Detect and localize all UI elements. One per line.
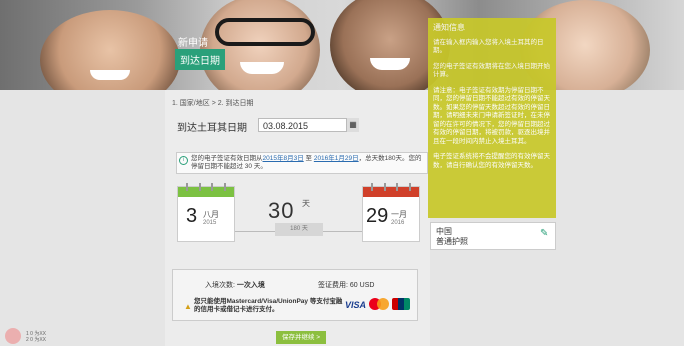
passport-card: 中国 普通护照 bbox=[430, 222, 556, 250]
breadcrumb-sep: > bbox=[211, 100, 216, 107]
duration-days: 30 bbox=[268, 198, 295, 223]
save-continue-button[interactable]: 保存并继续 > bbox=[276, 331, 326, 344]
edit-pencil-icon[interactable]: ✎ bbox=[540, 228, 548, 239]
entries: 入境次数: 一次入境 bbox=[205, 280, 265, 290]
visa-logo: VISA bbox=[345, 300, 367, 310]
hero-smile-1 bbox=[90, 70, 130, 80]
calendar-icon[interactable]: ▦ bbox=[346, 118, 359, 132]
entries-label: 入境次数: bbox=[205, 282, 235, 289]
validity-notice: 您的电子签证有效日期从2015年8月3日 至 2016年1月29日，总天数180… bbox=[176, 152, 428, 174]
sidebar-title: 通知信息 bbox=[433, 23, 465, 32]
sidebar-p4: 电子签证系统将不会提醒您的有效停留天数，请自行确认您的有效停留天数。 bbox=[433, 153, 550, 169]
duration-line-right bbox=[323, 231, 363, 232]
footer-text: 1 0 为XX 2 0 为XX bbox=[26, 331, 46, 343]
fee-label: 签证费用: bbox=[318, 282, 348, 289]
calendar-rings bbox=[371, 183, 411, 191]
duration-line-left bbox=[235, 231, 275, 232]
breadcrumb-step-2: 2. 到达日期 bbox=[217, 100, 254, 107]
notice-from-date: 2015年8月3日 bbox=[262, 155, 304, 162]
sidebar-p1: 请在输入框内输入您将入境土耳其的日期。 bbox=[433, 38, 544, 55]
sidebar-p3: 请注意：电子签证有效期为停留日期不同，您的停留日期不能超过有效的停留天数。如果您… bbox=[433, 86, 550, 145]
visa-fee: 签证费用: 60 USD bbox=[318, 280, 374, 290]
end-calendar: 29 一月 2016 bbox=[362, 183, 420, 242]
card-note: 您只能使用Mastercard/Visa/UnionPay 等支付宝融的信用卡或… bbox=[194, 298, 343, 313]
end-year: 2016 bbox=[391, 220, 405, 226]
hero-glasses bbox=[215, 18, 315, 46]
hero-banner bbox=[0, 0, 684, 90]
info-icon: i bbox=[179, 156, 188, 165]
start-calendar: 3 八月 2015 bbox=[177, 183, 235, 242]
notice-prefix: 您的电子签证有效日期从 bbox=[191, 155, 263, 162]
passport-country: 中国 bbox=[436, 227, 452, 236]
breadcrumb-step-1[interactable]: 1. 国家/地区 bbox=[172, 100, 210, 107]
start-month: 八月 bbox=[203, 210, 219, 219]
arrival-label: 到达土耳其日期 bbox=[177, 123, 247, 134]
info-sidebar: 通知信息 请在输入框内输入您将入境土耳其的日期。 您的电子签证有效期将在您入境日… bbox=[428, 18, 556, 218]
notice-mid: 至 bbox=[305, 155, 313, 162]
start-year: 2015 bbox=[203, 220, 217, 226]
entries-value: 一次入境 bbox=[236, 282, 265, 289]
notice-to-date: 2016年1月29日 bbox=[313, 155, 359, 162]
hero-smile-3 bbox=[370, 58, 410, 70]
footer-logo bbox=[5, 328, 21, 344]
end-day: 29 bbox=[366, 205, 389, 227]
sidebar-p2: 您的电子签证有效期将在您入境日期开始计算。 bbox=[433, 62, 550, 79]
passport-type: 普通护照 bbox=[436, 237, 468, 246]
mastercard-logo bbox=[369, 298, 389, 310]
fee-value: 60 USD bbox=[349, 282, 375, 289]
total-days-box: 180 天 bbox=[275, 223, 323, 236]
end-month: 一月 bbox=[391, 210, 407, 219]
warning-icon: ▲ bbox=[184, 302, 192, 311]
breadcrumb: 1. 国家/地区 > 2. 到达日期 bbox=[172, 98, 254, 108]
calendar-rings bbox=[186, 183, 226, 191]
footer-line-2: 2 0 为XX bbox=[26, 337, 47, 343]
duration-unit: 天 bbox=[302, 199, 310, 208]
hero-title: 新申请 bbox=[178, 38, 208, 49]
step-badge: 到达日期 bbox=[175, 49, 225, 70]
start-day: 3 bbox=[186, 205, 198, 227]
arrival-date-input[interactable]: 03.08.2015 bbox=[258, 118, 358, 132]
hero-smile-2 bbox=[240, 62, 284, 74]
footer-badge: 1 0 为XX 2 0 为XX bbox=[0, 328, 60, 346]
unionpay-logo bbox=[392, 298, 410, 310]
